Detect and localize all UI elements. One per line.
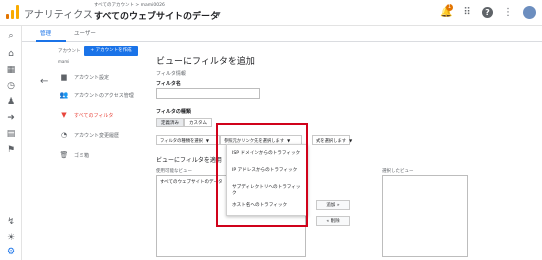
left-rail: ⌕ ⌂ ▦ ◷ ♟ ➜ ▤ ⚑ ↯ ☀ ⚙	[0, 26, 22, 260]
available-views-label: 使用可能なビュー	[156, 169, 192, 174]
active-tab-indicator	[36, 40, 66, 42]
filter-icon: ▼	[61, 111, 67, 119]
remove-view-button[interactable]: « 削除	[316, 216, 350, 226]
apply-filter-heading: ビューにフィルタを適用	[156, 157, 222, 164]
avatar[interactable]	[523, 6, 536, 19]
chevron-down-icon: ▼	[205, 138, 209, 143]
selected-views-label: 選択したビュー	[382, 169, 414, 174]
lightbulb-icon[interactable]: ☀	[5, 232, 17, 244]
admin-tabs: 管理 ユーザー	[22, 26, 542, 42]
menu-item-label: アカウント設定	[74, 74, 110, 81]
expression-select[interactable]: 式を選択します ▼	[312, 135, 353, 145]
filter-info-heading: フィルタ情報	[156, 71, 186, 77]
building-icon: ▆	[61, 73, 67, 81]
list-item[interactable]: すべてのウェブサイトのデータ	[160, 179, 223, 185]
back-arrow-icon[interactable]: ←	[40, 76, 48, 87]
acquisition-icon[interactable]: ➜	[5, 112, 17, 124]
flag-icon[interactable]: ⚑	[5, 144, 17, 156]
trash-icon: 🗑	[59, 151, 69, 159]
clock-icon[interactable]: ◷	[5, 80, 17, 92]
add-filter-panel: ビューにフィルタを追加 フィルタ情報 フィルタ名 フィルタの種類 定義済み カス…	[146, 44, 542, 260]
select-label: フィルタの種類を選択	[160, 139, 203, 144]
menu-item-label: アカウント変更履歴	[74, 132, 120, 139]
filter-type-toggle: 定義済み カスタム	[156, 118, 212, 127]
page-title: ビューにフィルタを追加	[156, 57, 255, 67]
custom-button[interactable]: カスタム	[184, 118, 212, 127]
add-view-button[interactable]: 追加 »	[316, 200, 350, 210]
menu-item-access-management[interactable]: 👥 アカウントのアクセス管理	[56, 86, 142, 104]
share-icon[interactable]: ↯	[5, 216, 17, 228]
selected-views-list[interactable]	[382, 175, 468, 257]
select-label: 式を選択します	[316, 139, 347, 144]
more-vert-icon[interactable]: ⋮	[502, 7, 514, 19]
search-icon[interactable]: ⌕	[5, 30, 17, 42]
apps-grid-icon[interactable]: ⠿	[461, 7, 473, 19]
tab-admin[interactable]: 管理	[40, 29, 51, 37]
account-name[interactable]: mami	[58, 59, 69, 64]
help-icon[interactable]: ?	[482, 7, 493, 18]
customization-icon[interactable]: ▦	[5, 64, 17, 76]
analytics-logo[interactable]	[6, 5, 20, 19]
property-title[interactable]: すべてのウェブサイトのデータ	[94, 9, 219, 22]
menu-item-trash[interactable]: 🗑 ゴミ箱	[56, 146, 142, 164]
menu-item-label: アカウントのアクセス管理	[74, 92, 134, 99]
top-bar: アナリティクス すべてのアカウント > mami0026 すべてのウェブサイトの…	[0, 0, 542, 26]
filter-type-label: フィルタの種類	[156, 109, 191, 115]
filter-name-label: フィルタ名	[156, 81, 181, 87]
menu-item-change-history[interactable]: ◔ アカウント変更履歴	[56, 126, 142, 144]
breadcrumb[interactable]: すべてのアカウント > mami0026	[94, 2, 165, 8]
toolbar-icons: 🔔 1 ⠿ ? ⋮	[440, 3, 536, 19]
notification-badge: 1	[446, 3, 453, 11]
behavior-icon[interactable]: ▤	[5, 128, 17, 140]
filter-type-select[interactable]: フィルタの種類を選択 ▼	[156, 135, 220, 145]
highlight-box	[216, 123, 308, 227]
menu-item-label: ゴミ箱	[74, 152, 90, 159]
history-icon: ◔	[60, 131, 68, 139]
menu-item-account-settings[interactable]: ▆ アカウント設定	[56, 68, 142, 86]
tab-user[interactable]: ユーザー	[74, 29, 96, 37]
predefined-button[interactable]: 定義済み	[156, 118, 184, 127]
people-icon: 👥	[59, 91, 69, 99]
person-icon[interactable]: ♟	[5, 96, 17, 108]
menu-item-all-filters[interactable]: ▼ すべてのフィルタ	[56, 106, 142, 124]
chevron-down-icon[interactable]: ▼	[216, 11, 221, 18]
app-title[interactable]: アナリティクス	[24, 6, 93, 21]
bell-icon[interactable]: 🔔 1	[440, 3, 453, 19]
gear-icon[interactable]: ⚙	[5, 246, 17, 258]
home-icon[interactable]: ⌂	[5, 48, 17, 60]
chevron-down-icon: ▼	[349, 138, 353, 143]
menu-item-label: すべてのフィルタ	[74, 112, 114, 119]
filter-name-input[interactable]	[156, 88, 260, 99]
create-account-button[interactable]: + アカウントを作成	[84, 46, 138, 56]
account-label: アカウント	[58, 49, 81, 54]
